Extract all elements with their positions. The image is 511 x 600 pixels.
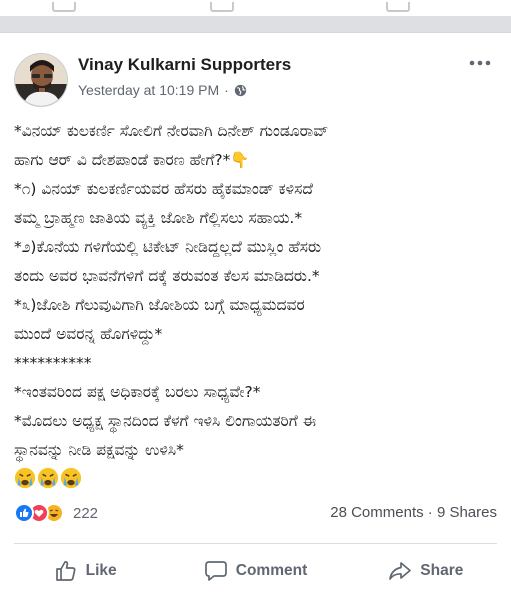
- reactions-summary[interactable]: 222: [14, 503, 98, 523]
- post-action-bar: Like Comment Share: [0, 551, 511, 591]
- previous-share-icon[interactable]: [386, 2, 410, 12]
- post-text-line: ಮುಂದೆ ಅವರನ್ನ ಹೊಗಳಿದ್ದು*: [14, 325, 163, 343]
- comment-label: Comment: [235, 562, 308, 579]
- like-button[interactable]: Like: [0, 551, 170, 591]
- post-stats: 222 28 Comments · 9 Shares: [14, 503, 497, 527]
- previous-like-icon[interactable]: [52, 2, 76, 12]
- post-text-line: **********: [14, 354, 92, 372]
- share-label: Share: [420, 562, 464, 579]
- post-card: Vinay Kulkarni Supporters Yesterday at 1…: [0, 32, 511, 600]
- post-text-line: ಸ್ಥಾನವನ್ನು ನೀಡಿ ಪಕ್ಷವನ್ನು ಉಳಿಸಿ*: [14, 441, 184, 459]
- previous-comment-icon[interactable]: [210, 2, 234, 12]
- like-reaction-icon: [14, 503, 34, 523]
- comments-shares-count[interactable]: 28 Comments · 9 Shares: [330, 504, 497, 521]
- globe-icon: [234, 84, 247, 97]
- crying-face-icon: [37, 467, 59, 489]
- post-text-line: *೧) ವಿನಯ್ ಕುಲಕರ್ಣಿಯವರ ಹೆಸರು ಹೈಕಮಾಂಡ್ ಕಳಿ…: [14, 180, 313, 198]
- post-meta: Yesterday at 10:19 PM ·: [78, 82, 247, 98]
- crying-face-icon: [60, 467, 82, 489]
- divider: [14, 543, 497, 544]
- avatar[interactable]: [14, 53, 68, 107]
- post-text-line: *೩)ಜೋಶಿ ಗೆಲುವುವಿಗಾಗಿ ಜೋಶಿಯ ಬಗ್ಗೆ ಮಾಧ್ಯಮದ…: [14, 296, 305, 314]
- comment-icon: [204, 561, 227, 581]
- post-text-line: *ವಿನಯ್ ಕುಲಕರ್ಣಿ ಸೋಲಿಗೆ ನೇರವಾಗಿ ದಿನೇಶ್ ಗು…: [14, 122, 329, 140]
- post-text-line: ಹಾಗು ಆರ್ ವಿ ದೇಶಪಾಂಡೆ ಕಾರಣ ಹೇಗೆ?*👇: [14, 151, 250, 169]
- meta-separator: ·: [224, 82, 229, 98]
- post-text-line: *೨)ಕೊನೆಯ ಗಳಿಗೆಯಲ್ಲಿ ಟಿಕೇಟ್ ನೀಡಿದ್ದಲ್ಲದೆ …: [14, 238, 322, 256]
- like-label: Like: [85, 562, 117, 579]
- more-options-icon[interactable]: [466, 55, 494, 71]
- page-name[interactable]: Vinay Kulkarni Supporters: [78, 55, 291, 75]
- post-header: Vinay Kulkarni Supporters Yesterday at 1…: [14, 45, 494, 107]
- emoji-line: [14, 465, 499, 491]
- post-body: *ವಿನಯ್ ಕುಲಕರ್ಣಿ ಸೋಲಿಗೆ ನೇರವಾಗಿ ದಿನೇಶ್ ಗು…: [14, 117, 499, 491]
- previous-post-action-bar: [0, 0, 511, 16]
- post-timestamp[interactable]: Yesterday at 10:19 PM: [78, 82, 219, 98]
- post-text-line: ತಂದು ಅವರ ಭಾವನೆಗಳಿಗೆ ದಕ್ಕೆ ತರುವಂತ ಕೆಲಸ ಮಾ…: [14, 267, 320, 285]
- comment-button[interactable]: Comment: [170, 551, 340, 591]
- post-text-line: *ಮೊದಲು ಅಧ್ಯಕ್ಷ ಸ್ಥಾನದಿಂದ ಕೆಳಗೆ ಇಳಿಸಿ ಲಿಂ…: [14, 412, 317, 430]
- like-icon: [55, 561, 76, 581]
- share-button[interactable]: Share: [341, 551, 511, 591]
- post-text-line: *ಇಂತವರಿಂದ ಪಕ್ಷ ಅಧಿಕಾರಕ್ಕೆ ಬರಲು ಸಾಧ್ಯವೇ?*: [14, 383, 261, 401]
- post-text-line: ತಮ್ಮ ಬ್ರಾಹ್ಮಣ ಜಾತಿಯ ವ್ಯಕ್ತಿ ಜೋಶಿ ಗೆಲ್ಲಿಸ…: [14, 209, 303, 227]
- crying-face-icon: [14, 467, 36, 489]
- reaction-count[interactable]: 222: [73, 505, 98, 522]
- share-icon: [389, 562, 412, 580]
